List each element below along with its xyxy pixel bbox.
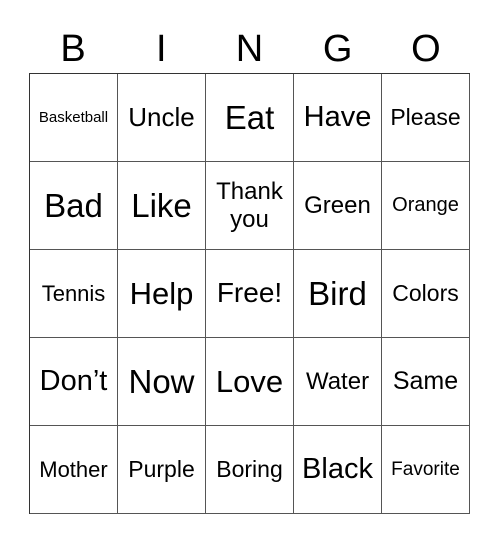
bingo-cell[interactable]: Eat — [206, 74, 294, 162]
header-letter-n: N — [235, 28, 264, 70]
bingo-cell[interactable]: Purple — [118, 426, 206, 514]
bingo-cell[interactable]: Free! — [206, 250, 294, 338]
bingo-cell[interactable]: Love — [206, 338, 294, 426]
bingo-cell[interactable]: Green — [294, 162, 382, 250]
bingo-cell[interactable]: Like — [118, 162, 206, 250]
bingo-cell[interactable]: Boring — [206, 426, 294, 514]
header-letter-b: B — [60, 28, 86, 70]
header-letter-o: O — [411, 28, 441, 70]
bingo-cell[interactable]: Uncle — [118, 74, 206, 162]
bingo-cell[interactable]: Bad — [30, 162, 118, 250]
bingo-cell[interactable]: Help — [118, 250, 206, 338]
bingo-cell[interactable]: Now — [118, 338, 206, 426]
bingo-cell[interactable]: Colors — [382, 250, 470, 338]
bingo-grid: Basketball Uncle Eat Have Please Bad Like Thank… — [29, 73, 470, 514]
bingo-cell[interactable]: Tennis — [30, 250, 118, 338]
bingo-cell[interactable]: Bird — [294, 250, 382, 338]
bingo-cell[interactable]: Orange — [382, 162, 470, 250]
bingo-cell[interactable]: Please — [382, 74, 470, 162]
bingo-cell[interactable]: Don’t — [30, 338, 118, 426]
bingo-header: B I N G O — [29, 26, 470, 72]
bingo-cell[interactable]: Thank you — [206, 162, 294, 250]
header-letter-g: G — [322, 28, 353, 70]
header-letter-i: I — [156, 28, 167, 70]
bingo-cell[interactable]: Water — [294, 338, 382, 426]
bingo-cell[interactable]: Favorite — [382, 426, 470, 514]
bingo-cell[interactable]: Mother — [30, 426, 118, 514]
bingo-cell[interactable]: Basketball — [30, 74, 118, 162]
bingo-cell[interactable]: Black — [294, 426, 382, 514]
bingo-cell[interactable]: Same — [382, 338, 470, 426]
bingo-cell[interactable]: Have — [294, 74, 382, 162]
